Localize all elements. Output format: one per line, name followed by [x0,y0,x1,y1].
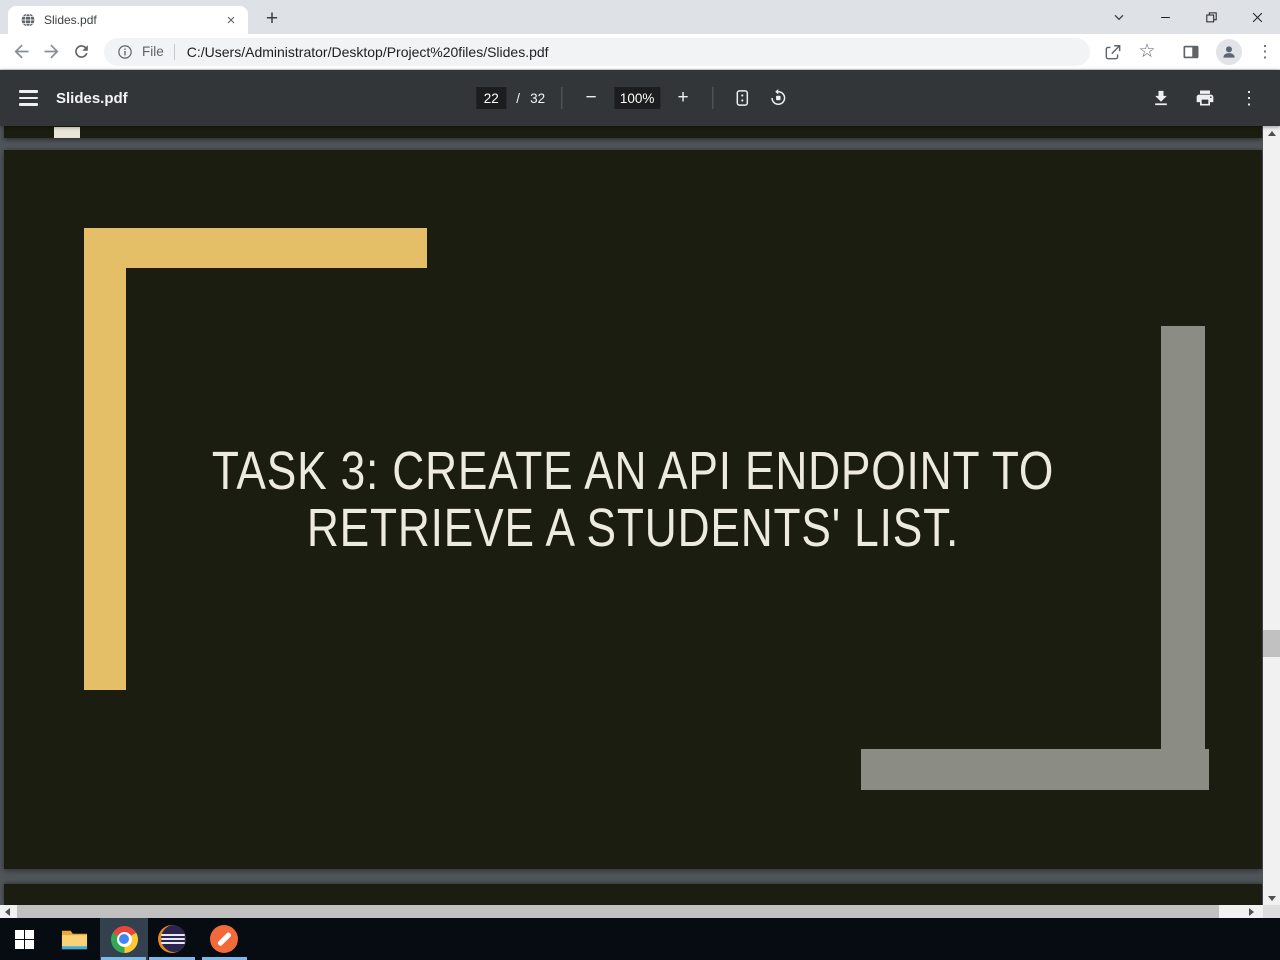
yellow-corner-bar-horizontal [84,228,427,268]
file-explorer-button[interactable] [50,918,98,960]
toolbar-divider [561,87,563,109]
share-button[interactable] [1098,37,1128,67]
scroll-right-arrow[interactable] [1244,905,1259,918]
close-window-button[interactable] [1234,0,1280,34]
desktop: Slides.pdf × + File C:/Users/Administrat… [0,0,1280,960]
print-button[interactable] [1192,85,1218,111]
page-info-icon[interactable] [116,43,134,61]
zoom-level[interactable]: 100% [614,87,661,109]
reload-button[interactable] [66,37,96,67]
back-button[interactable] [6,37,36,67]
scroll-down-arrow[interactable] [1263,891,1280,905]
avatar-circle [1216,38,1242,65]
folder-icon [61,930,87,950]
slide-title-line2: RETRIEVE A STUDENTS' LIST. [306,498,960,558]
slide-title: TASK 3: CREATE AN API ENDPOINT TO RETRIE… [117,443,1149,557]
chrome-taskbar-button[interactable] [100,918,148,960]
zoom-in-button[interactable]: + [670,85,696,111]
new-tab-button[interactable]: + [258,5,286,33]
scroll-up-arrow[interactable] [1263,126,1280,140]
postman-taskbar-button[interactable] [200,918,248,960]
address-separator [173,43,175,60]
horizontal-scrollbar-thumb[interactable] [17,905,1219,918]
gray-corner-bar-vertical [1161,326,1205,790]
postman-icon [210,925,238,953]
chrome-icon [110,925,138,953]
horizontal-scrollbar[interactable] [0,905,1263,918]
scrollbar-corner [1263,905,1280,918]
eclipse-taskbar-button[interactable] [148,918,196,960]
windows-taskbar [0,918,1280,960]
download-button[interactable] [1148,85,1174,111]
side-panel-button[interactable] [1176,37,1206,67]
page-number-input[interactable] [476,87,507,109]
person-icon [1223,45,1235,58]
tab-title: Slides.pdf [44,13,97,27]
page-separator: / [516,90,521,106]
globe-favicon-icon [21,13,35,27]
url-text[interactable]: C:/Users/Administrator/Desktop/Project%2… [187,44,549,60]
rotate-button[interactable] [765,85,791,111]
profile-avatar[interactable] [1214,37,1244,67]
pdf-toolbar: Slides.pdf / 32 − 100% + [0,70,1280,126]
restore-button[interactable] [1188,0,1234,34]
scroll-left-arrow[interactable] [0,905,15,918]
pdf-page-zoom-controls: / 32 − 100% + [476,70,791,126]
pencil-glyph [216,931,232,947]
slide-title-line1: TASK 3: CREATE AN API ENDPOINT TO [211,441,1055,501]
bookmark-star-icon[interactable]: ☆ [1132,37,1162,67]
slide-page-22: TASK 3: CREATE AN API ENDPOINT TO RETRIE… [4,150,1262,869]
windows-logo-icon [14,929,34,949]
tab-strip: Slides.pdf × + [0,0,1280,34]
pdf-viewer-area[interactable]: TASK 3: CREATE AN API ENDPOINT TO RETRIE… [0,126,1280,918]
forward-button[interactable] [36,37,66,67]
page-total: 32 [530,90,546,106]
browser-menu-kebab-icon[interactable]: ⋮ [1250,37,1280,67]
fit-to-page-button[interactable] [729,85,755,111]
scheme-chip: File [142,44,164,59]
eclipse-icon [158,925,186,953]
browser-tab[interactable]: Slides.pdf × [8,6,248,34]
previous-slide-edge [4,126,1262,138]
previous-slide-accent [54,127,80,138]
pdf-actions: ⋮ [1148,85,1262,111]
window-controls [1096,0,1280,34]
gray-corner-bar-horizontal [861,749,1209,790]
next-slide-edge [4,884,1262,905]
start-button[interactable] [0,918,48,960]
tab-search-chevron-icon[interactable] [1096,0,1142,34]
pdf-filename: Slides.pdf [56,89,128,107]
vertical-scrollbar[interactable] [1263,126,1280,905]
pdf-menu-kebab-icon[interactable]: ⋮ [1236,85,1262,111]
minimize-button[interactable] [1142,0,1188,34]
browser-toolbar: File C:/Users/Administrator/Desktop/Proj… [0,34,1280,70]
pdf-menu-hamburger-icon[interactable] [8,78,48,118]
toolbar-divider [712,87,714,109]
address-bar[interactable]: File C:/Users/Administrator/Desktop/Proj… [104,37,1090,66]
close-tab-icon[interactable]: × [222,11,240,29]
zoom-out-button[interactable]: − [578,85,604,111]
vertical-scrollbar-thumb[interactable] [1263,630,1280,657]
